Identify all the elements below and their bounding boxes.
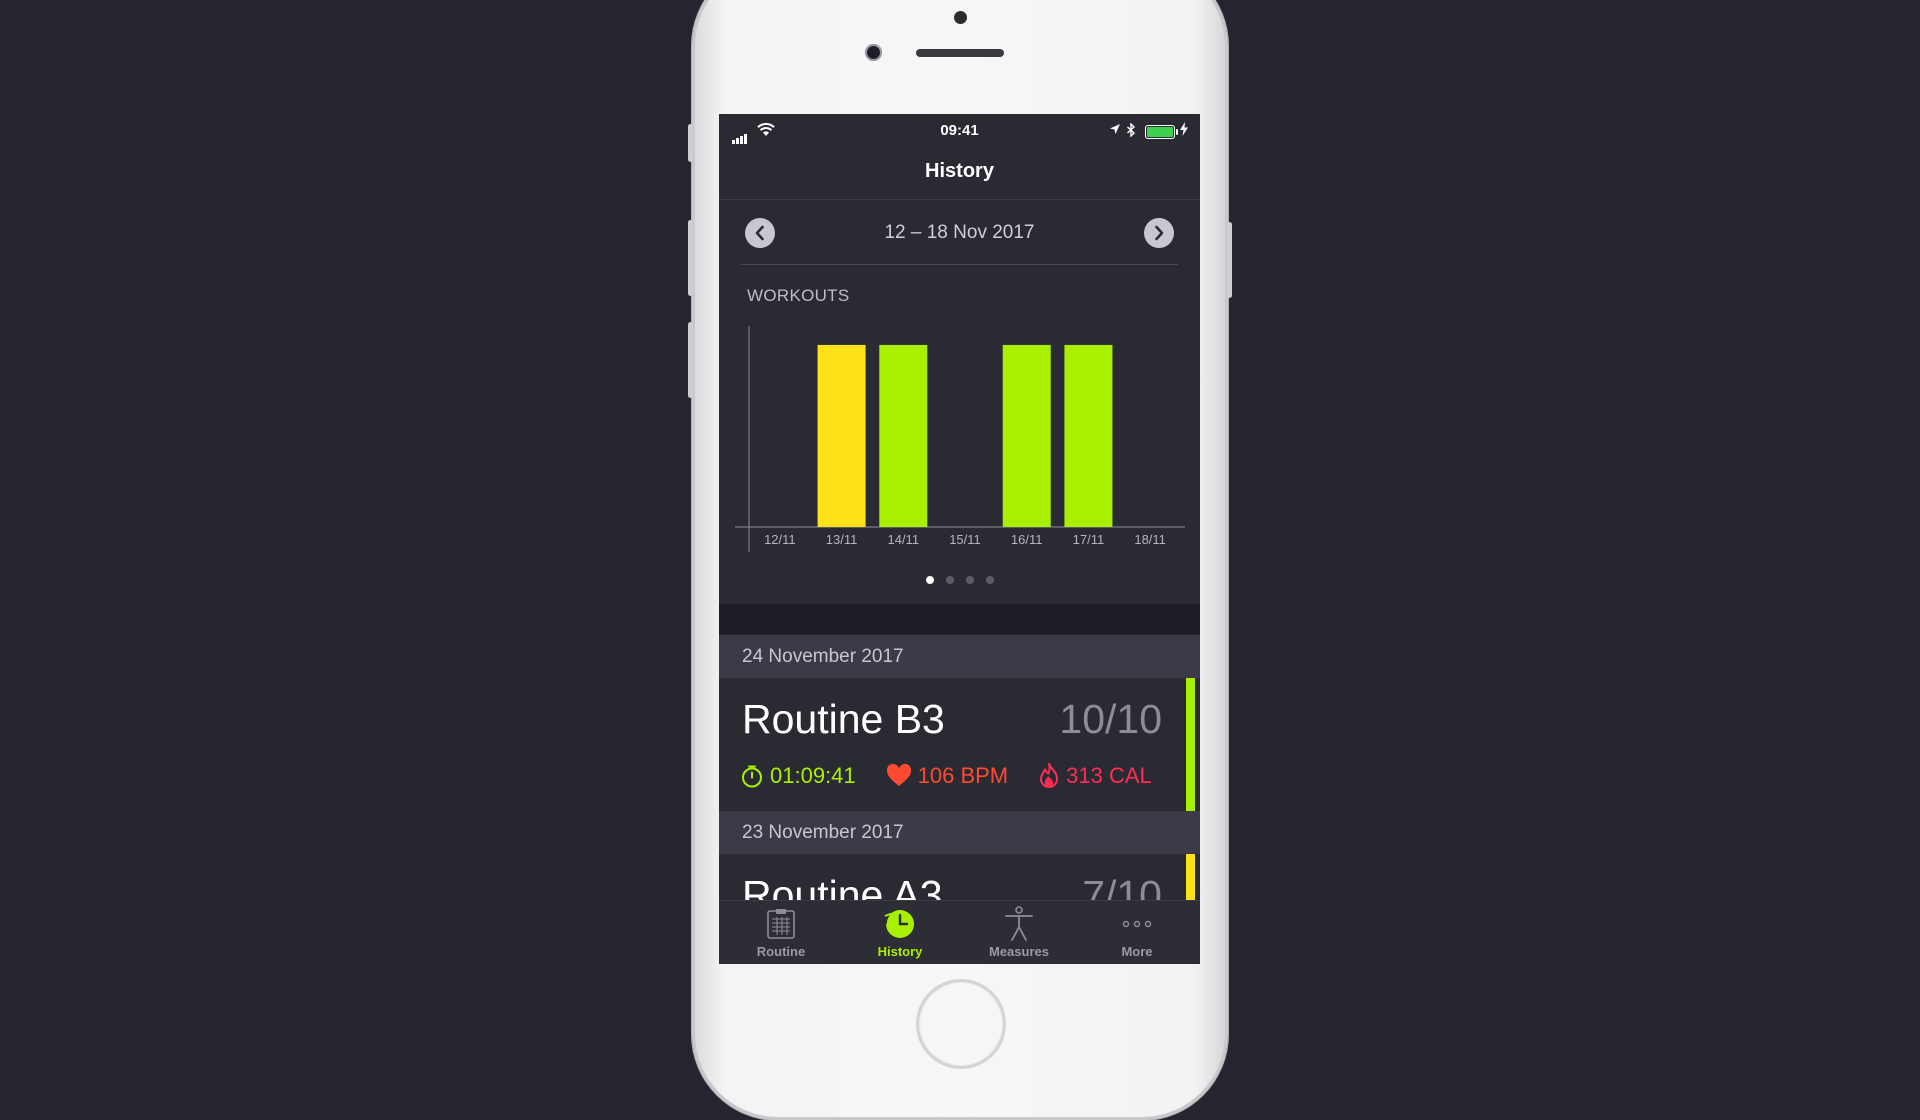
clock-icon [884,910,914,938]
routine-name: Routine B3 [742,696,945,742]
bluetooth-icon [1127,123,1136,137]
workout-entry-routine-b3[interactable]: Routine B3 10/10 01:09:41 106 BPM 313 CA… [719,678,1200,811]
date-header-label: 23 November 2017 [742,822,904,843]
status-strip [1186,854,1195,900]
more-icon [1122,920,1152,928]
page-title: History [925,160,994,182]
status-strip [1186,678,1195,811]
silent-switch [688,124,693,162]
week-range-label: 12 – 18 Nov 2017 [884,222,1035,243]
heart-rate-stat: 106 BPM [886,763,1009,789]
chart-x-tick-label: 12/11 [764,532,796,547]
week-selector: 12 – 18 Nov 2017 [719,200,1200,264]
status-bar: 09:41 [719,114,1200,144]
tab-measures[interactable]: Measures [959,901,1079,964]
chart-page-indicator[interactable] [719,571,1200,589]
tab-label: Measures [989,944,1049,959]
chart-bar-13-11[interactable] [817,344,866,527]
power-button [1227,222,1232,298]
week-divider [741,264,1178,265]
home-button[interactable] [916,979,1006,1069]
duration-stat: 01:09:41 [740,763,856,789]
clipboard-icon [767,909,795,939]
date-header: 23 November 2017 [719,811,1200,854]
duration-value: 01:09:41 [770,763,856,788]
proximity-sensor [954,11,967,24]
location-arrow-icon [1110,124,1120,134]
workouts-section-label: WORKOUTS [747,286,850,305]
workouts-bar-chart: 12/11 13/11 14/11 15/11 16/11 17/11 18/11 [735,326,1185,552]
body-icon [1005,906,1033,941]
earpiece-speaker [916,49,1004,57]
page-dot[interactable] [925,576,934,584]
chart-x-tick-label: 17/11 [1073,532,1105,547]
stopwatch-icon [742,765,762,788]
tab-label: More [1121,944,1153,959]
routine-name: Routine A3 [742,872,943,900]
page-dot[interactable] [945,576,954,584]
routine-score: 10/10 [1059,696,1162,742]
chart-bar-17-11[interactable] [1064,344,1113,527]
date-header: 24 November 2017 [719,635,1200,678]
chart-x-tick-label: 14/11 [887,532,919,547]
chart-bar-14-11[interactable] [879,344,928,527]
calories-stat: 313 CAL [1038,763,1152,789]
tab-history[interactable]: History [840,901,960,964]
charging-bolt-icon [1180,122,1188,136]
next-week-button[interactable] [1144,218,1174,248]
chevron-right-icon [1155,225,1164,241]
chart-bar-16-11[interactable] [1002,344,1051,527]
battery-icon [1145,125,1178,139]
heart-icon [886,764,911,786]
page-dot[interactable] [965,576,974,584]
heart-rate-value: 106 BPM [917,763,1009,788]
section-gap [719,604,1200,634]
chart-x-tick-label: 13/11 [826,532,858,547]
app-screen: 09:41 History 12 – 18 Nov 2017 WORKOUTS … [719,114,1200,964]
date-header-label: 24 November 2017 [742,646,904,667]
volume-up-button [688,220,693,296]
tab-label: Routine [756,944,806,959]
tab-bar: Routine History Measures More [719,900,1200,964]
calories-value: 313 CAL [1066,763,1152,788]
chart-x-tick-label: 18/11 [1134,532,1166,547]
tab-routine[interactable]: Routine [721,901,841,964]
chart-x-tick-label: 15/11 [949,532,981,547]
tab-label: History [877,944,923,959]
routine-score: 7/10 [1082,872,1162,900]
chart-x-tick-label: 16/11 [1011,532,1043,547]
front-camera [865,44,882,61]
volume-down-button [688,322,693,398]
workout-stats: 01:09:41 106 BPM 313 CAL [740,763,1182,789]
tab-more[interactable]: More [1077,901,1197,964]
flame-icon [1040,763,1059,788]
page-dot[interactable] [985,576,994,584]
workout-entry-routine-a3[interactable]: Routine A3 7/10 [719,854,1200,900]
